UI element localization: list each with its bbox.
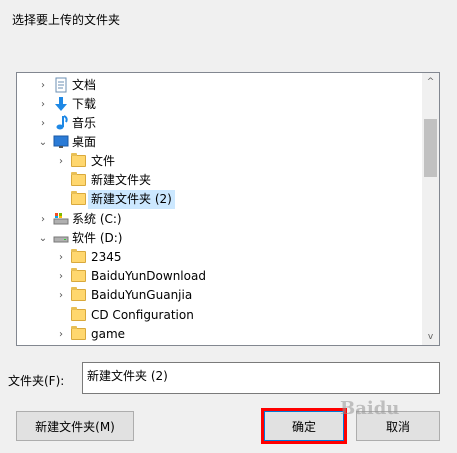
tree-item-label: 下载 — [72, 97, 97, 111]
folder-icon — [71, 326, 87, 342]
tree-item[interactable]: ⌄ 软件 (D:) — [17, 229, 422, 248]
chevron-right-icon[interactable]: › — [55, 325, 67, 344]
tree-item-label: CD Configuration — [91, 308, 194, 322]
scroll-up-icon[interactable]: ^ — [422, 73, 439, 90]
folder-icon — [71, 153, 87, 169]
tree-item[interactable]: 新建文件夹 (2) — [17, 190, 422, 209]
desktop-icon — [53, 134, 69, 150]
music-note-icon — [53, 115, 69, 131]
tree-item-label: 2345 — [91, 250, 122, 264]
dialog-title: 选择要上传的文件夹 — [12, 13, 121, 27]
tree-item[interactable]: › 2345 — [17, 248, 422, 267]
tree-item-label: 新建文件夹 — [91, 173, 152, 187]
chevron-down-icon[interactable]: ⌄ — [37, 133, 49, 152]
chevron-down-icon[interactable]: ⌄ — [37, 229, 49, 248]
tree-item[interactable]: 新建文件夹 — [17, 171, 422, 190]
tree-item[interactable]: › game — [17, 325, 422, 344]
cancel-button[interactable]: 取消 — [356, 411, 440, 441]
chevron-right-icon[interactable]: › — [55, 267, 67, 286]
folder-icon — [71, 172, 87, 188]
tree-item-label: 音乐 — [72, 116, 97, 130]
folder-icon — [71, 268, 87, 284]
folder-name-input[interactable]: 新建文件夹 (2) — [82, 362, 440, 394]
tree-item-label: BaiduYunDownload — [91, 269, 206, 283]
tree-item-label: 系统 (C:) — [72, 212, 122, 226]
tree-item[interactable]: › 系统 (C:) — [17, 210, 422, 229]
folder-field-label: 文件夹(F): — [8, 374, 65, 388]
scroll-down-icon[interactable]: v — [422, 328, 439, 345]
chevron-right-icon[interactable]: › — [37, 95, 49, 114]
tree-item-label: 文档 — [72, 78, 97, 92]
tree-item[interactable]: › 文件 — [17, 152, 422, 171]
folder-icon — [71, 191, 87, 207]
tree-item[interactable]: › 音乐 — [17, 114, 422, 133]
chevron-right-icon — [55, 171, 67, 190]
chevron-right-icon[interactable]: › — [37, 210, 49, 229]
chevron-right-icon — [55, 190, 67, 209]
download-arrow-icon — [53, 96, 69, 112]
tree-item[interactable]: › BaiduYunGuanjia — [17, 286, 422, 305]
vertical-scrollbar[interactable]: ^ v — [422, 73, 439, 345]
tree-item-label: 桌面 — [72, 135, 97, 149]
drive-icon — [53, 230, 69, 246]
ok-button[interactable]: 确定 — [261, 408, 347, 444]
chevron-right-icon[interactable]: › — [55, 286, 67, 305]
folder-tree[interactable]: › 文档 › 下载 › 音乐 ⌄ 桌面 › 文件新建文件夹新建文件夹 (2) › 系统 (C:) ⌄ 软件… — [16, 72, 440, 346]
folder-icon — [71, 307, 87, 323]
tree-item[interactable]: › 下载 — [17, 95, 422, 114]
tree-item-label: BaiduYunGuanjia — [91, 288, 193, 302]
scrollbar-thumb[interactable] — [424, 119, 437, 177]
folder-icon — [71, 249, 87, 265]
tree-list: › 文档 › 下载 › 音乐 ⌄ 桌面 › 文件新建文件夹新建文件夹 (2) › 系统 (C:) ⌄ 软件… — [17, 73, 422, 345]
chevron-right-icon — [55, 306, 67, 325]
tree-item-label: game — [91, 327, 126, 341]
tree-item-label: 文件 — [91, 154, 116, 168]
chevron-right-icon[interactable]: › — [37, 114, 49, 133]
chevron-right-icon[interactable]: › — [37, 76, 49, 95]
chevron-right-icon[interactable]: › — [55, 152, 67, 171]
tree-item[interactable]: CD Configuration — [17, 306, 422, 325]
tree-item-label: 新建文件夹 (2) — [88, 190, 175, 209]
system-drive-icon — [53, 211, 69, 227]
tree-item[interactable]: ⌄ 桌面 — [17, 133, 422, 152]
tree-item[interactable]: › 文档 — [17, 76, 422, 95]
folder-icon — [71, 287, 87, 303]
new-folder-button[interactable]: 新建文件夹(M) — [16, 411, 134, 441]
document-icon — [53, 77, 69, 93]
tree-item[interactable]: › BaiduYunDownload — [17, 267, 422, 286]
chevron-right-icon[interactable]: › — [55, 248, 67, 267]
tree-item-label: 软件 (D:) — [72, 231, 123, 245]
